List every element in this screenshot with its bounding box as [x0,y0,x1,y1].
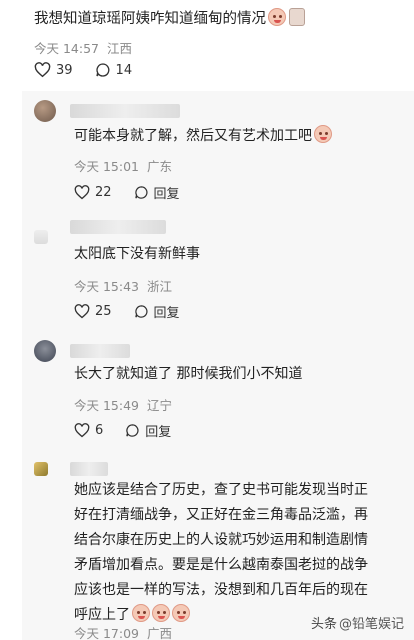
reply-meta: 今天 15:49 辽宁 [74,395,172,414]
reply-location: 浙江 [146,279,172,294]
reply-label: 回复 [145,425,172,440]
username-blurred [70,344,130,358]
reply-button[interactable]: 回复 [134,183,180,202]
like-button[interactable]: 25 [74,304,112,319]
reply-text-line: 矛盾增加看点。要是是什么越南泰国老挝的战争 [74,557,368,573]
top-comment: 我想知道琼瑶阿姨咋知道缅甸的情况 今天 14:57 江西 39 14 [0,0,414,90]
reply-text-content: 可能本身就了解，然后又有艺术加工吧 [74,128,312,144]
top-comment-location: 江西 [106,41,132,56]
laughing-emoji-icon [314,125,332,143]
username-blurred [70,104,180,118]
like-count: 22 [95,185,112,200]
top-comment-meta: 今天 14:57 江西 [34,38,132,57]
like-button[interactable]: 6 [74,423,103,438]
reply-meta: 今天 17:09 广西 [74,623,172,640]
reply-text: 可能本身就了解，然后又有艺术加工吧 [74,124,332,149]
heart-icon [34,62,51,78]
reply-text-line: 她应该是结合了历史，查了史书可能发现当时正 [74,482,368,498]
like-button[interactable]: 22 [74,185,112,200]
reply-location: 广东 [146,159,172,174]
watermark: 头条 @铅笔娱记 [311,613,404,632]
reply-item: 可能本身就了解，然后又有艺术加工吧 今天 15:01 广东 22 回复 [34,100,404,210]
reply-actions: 25 回复 [74,302,202,321]
avatar[interactable] [34,230,48,244]
username-blurred [70,220,166,234]
like-button[interactable]: 39 [34,62,73,78]
top-comment-actions: 39 14 [34,62,154,78]
avatar[interactable] [34,462,48,476]
reply-text: 太阳底下没有新鲜事 [74,246,200,262]
username-blurred [70,462,108,476]
laughing-emoji-icon [268,8,286,26]
top-comment-text: 我想知道琼瑶阿姨咋知道缅甸的情况 [34,11,266,27]
like-count: 39 [56,62,73,78]
reply-actions: 22 回复 [74,183,202,202]
reply-button[interactable]: 回复 [134,302,180,321]
reply-actions: 6 回复 [74,421,193,440]
sticker-icon [289,8,305,26]
comment-bubble-icon [134,305,148,318]
reply-time: 今天 15:43 [74,279,139,294]
watermark-brand: 头条 [310,617,337,632]
laughing-emoji-icon [132,604,150,622]
reply-button[interactable]: 回复 [125,421,171,440]
reply-time: 今天 15:49 [74,398,139,413]
reply-location: 辽宁 [146,398,172,413]
laughing-emoji-icon [152,604,170,622]
comment-count: 14 [115,62,133,78]
top-comment-text-row: 我想知道琼瑶阿姨咋知道缅甸的情况 [34,7,305,28]
top-comment-time: 今天 14:57 [34,41,99,56]
comment-bubble-icon [126,424,139,437]
reply-meta: 今天 15:43 浙江 [74,276,172,295]
reply-label: 回复 [153,306,180,321]
reply-text-line: 好在打清缅战争，又正好在金三角毒品泛滥，再 [74,507,368,523]
reply-text-line: 应该也是一样的写法，没想到和几百年后的现在 [74,582,368,598]
comment-bubble-icon [134,186,148,199]
comment-bubble-icon [95,63,109,77]
reply-label: 回复 [153,187,180,202]
reply-text: 长大了就知道了 那时候我们小不知道 [74,366,303,382]
reply-time: 今天 15:01 [74,159,139,174]
laughing-emoji-icon [172,604,190,622]
reply-time: 今天 17:09 [74,626,139,640]
heart-icon [74,304,90,319]
heart-icon [74,185,90,200]
watermark-account: @铅笔娱记 [338,617,404,632]
heart-icon [74,423,90,438]
reply-text: 她应该是结合了历史，查了史书可能发现当时正 好在打清缅战争，又正好在金三角毒品泛… [74,478,368,628]
reply-text-last: 呼应上了 [74,607,130,623]
reply-meta: 今天 15:01 广东 [74,156,172,175]
reply-item: 太阳底下没有新鲜事 今天 15:43 浙江 25 回复 [34,216,404,326]
avatar[interactable] [34,100,56,122]
reply-text-line: 结合尔康在历史上的人设就巧妙运用和制造剧情 [74,532,368,548]
like-count: 6 [95,423,104,438]
reply-location: 广西 [146,626,172,640]
comment-button[interactable]: 14 [95,62,133,78]
avatar[interactable] [34,340,56,362]
like-count: 25 [95,304,112,319]
reply-item: 长大了就知道了 那时候我们小不知道 今天 15:49 辽宁 6 回复 [34,340,404,450]
